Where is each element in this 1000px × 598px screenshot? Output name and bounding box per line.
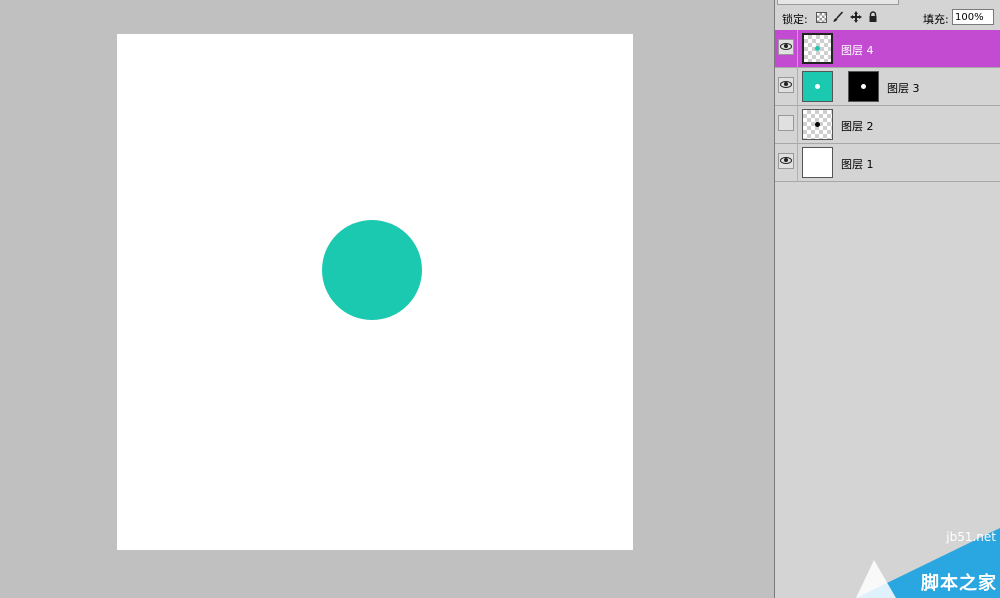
fill-opacity-input[interactable]	[952, 9, 994, 25]
brush-icon[interactable]	[832, 11, 844, 23]
lock-row: 锁定: 填充:	[775, 6, 1000, 31]
lock-transparent-pixels-icon[interactable]	[816, 12, 827, 23]
lock-label: 锁定:	[782, 13, 808, 26]
layer-name: 图层 1	[841, 158, 874, 171]
watermark-domain: jb51.net	[946, 530, 996, 544]
layer-thumbnail	[802, 33, 833, 64]
fill-label: 填充:	[923, 13, 949, 26]
layer-row[interactable]: 图层 4	[775, 30, 1000, 68]
layer-name: 图层 3	[887, 82, 920, 95]
layer-row[interactable]: 图层 2	[775, 106, 1000, 144]
layer-row[interactable]: 图层 1	[775, 144, 1000, 182]
document-workspace	[0, 0, 774, 598]
layer-thumbnail	[802, 147, 833, 178]
layer-name: 图层 4	[841, 44, 874, 57]
link-icon	[837, 80, 845, 92]
eye-icon[interactable]	[778, 77, 794, 93]
layer-mask-thumbnail[interactable]	[848, 71, 879, 102]
teal-circle-shape[interactable]	[322, 220, 422, 320]
eye-icon[interactable]	[778, 153, 794, 169]
layer-name: 图层 2	[841, 120, 874, 133]
eye-icon[interactable]	[778, 115, 794, 131]
site-watermark: jb51.net 脚本之家	[856, 528, 1000, 598]
layer-row[interactable]: 图层 3	[775, 68, 1000, 106]
layer-thumbnail	[802, 109, 833, 140]
lock-icon[interactable]	[867, 11, 879, 23]
watermark-name: 脚本之家	[921, 573, 997, 594]
layers-panel: 锁定: 填充: 图层 4 图层 3	[774, 0, 1000, 598]
layer-thumbnail	[802, 71, 833, 102]
document-canvas[interactable]	[117, 34, 633, 550]
eye-icon[interactable]	[778, 39, 794, 55]
move-icon[interactable]	[850, 11, 862, 23]
